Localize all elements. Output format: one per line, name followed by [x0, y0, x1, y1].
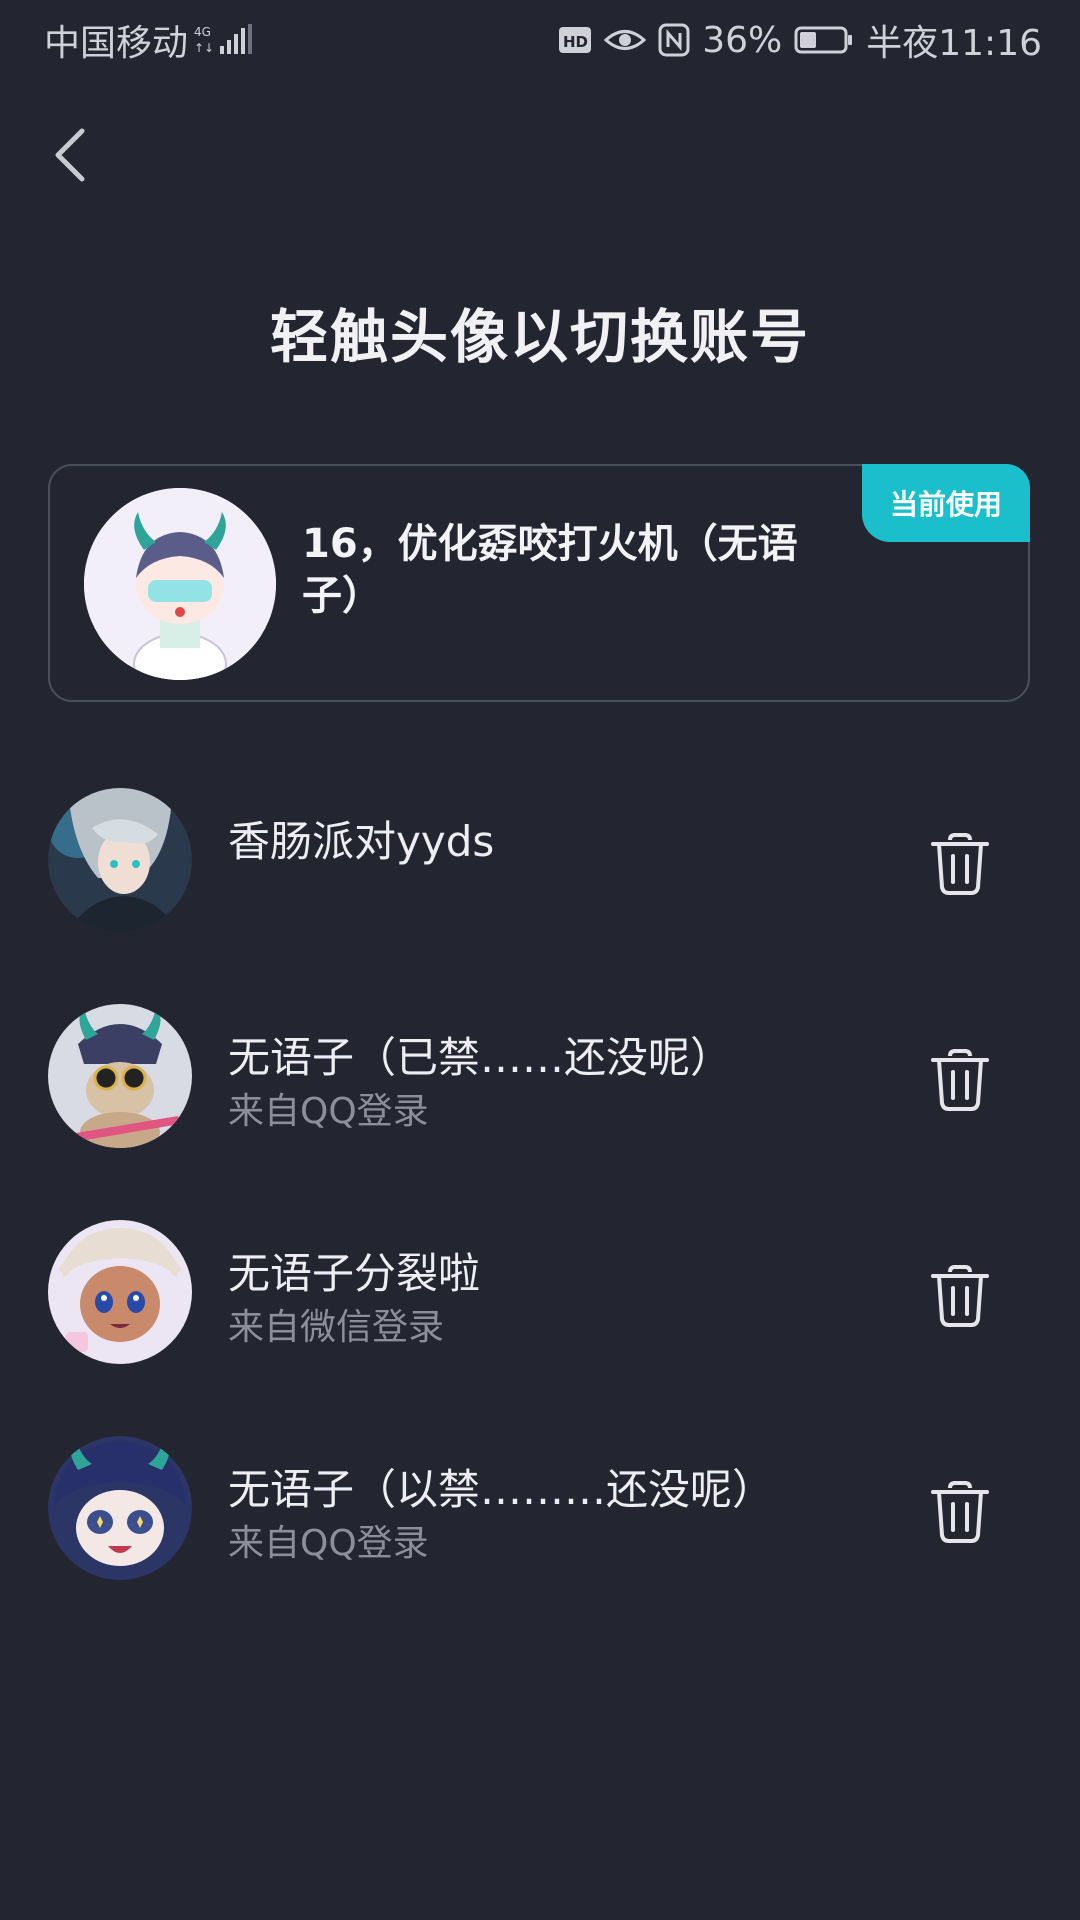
account-name: 无语子（以禁………还没呢）: [228, 1465, 775, 1514]
trash-icon: [931, 1049, 989, 1111]
back-button[interactable]: [40, 120, 100, 190]
network-label: 4G: [194, 25, 211, 39]
current-account-card[interactable]: 16，优化孬咬打火机（无语子） 当前使用: [48, 464, 1030, 702]
signal-icon: 4G ↑↓: [194, 22, 256, 58]
battery-percent: 36%: [702, 19, 783, 61]
status-left: 中国移动 4G ↑↓: [44, 14, 256, 66]
delete-account-button[interactable]: [924, 828, 996, 900]
account-row[interactable]: 无语子（已禁……还没呢） 来自QQ登录: [0, 1004, 1080, 1154]
delete-account-button[interactable]: [924, 1260, 996, 1332]
trash-icon: [931, 1265, 989, 1327]
account-source: 来自微信登录: [228, 1307, 445, 1348]
svg-text:↑↓: ↑↓: [194, 41, 214, 55]
account-avatar[interactable]: [48, 788, 192, 932]
status-right: HD 36% 半夜11:16: [558, 14, 1042, 66]
eye-icon: [604, 25, 647, 55]
page-title: 轻触头像以切换账号: [269, 303, 810, 371]
delete-account-button[interactable]: [924, 1044, 996, 1116]
nfc-icon: [658, 23, 690, 57]
account-avatar[interactable]: [48, 1220, 192, 1364]
account-avatar[interactable]: [48, 1004, 192, 1148]
account-row[interactable]: 香肠派对yyds: [0, 788, 1080, 938]
clock: 半夜11:16: [866, 23, 1042, 64]
account-row[interactable]: 无语子（以禁………还没呢） 来自QQ登录: [0, 1436, 1080, 1586]
hd-icon: HD: [558, 25, 592, 55]
account-source: 来自QQ登录: [228, 1091, 429, 1132]
current-account-name: 16，优化孬咬打火机（无语子）: [302, 521, 798, 619]
trash-icon: [931, 833, 989, 895]
trash-icon: [931, 1481, 989, 1543]
account-switch-screen: 中国移动 4G ↑↓ HD 36% 半夜11:16 轻触头像以切换账号 16，优…: [0, 0, 1080, 1920]
chevron-left-icon: [55, 128, 85, 182]
carrier-label: 中国移动: [44, 23, 189, 64]
current-use-badge: 当前使用: [862, 464, 1030, 542]
delete-account-button[interactable]: [924, 1476, 996, 1548]
current-account-avatar[interactable]: [84, 488, 276, 680]
battery-icon: [794, 25, 854, 55]
svg-text:HD: HD: [563, 33, 588, 51]
account-row[interactable]: 无语子分裂啦 来自微信登录: [0, 1220, 1080, 1370]
status-bar: 中国移动 4G ↑↓ HD 36% 半夜11:16: [0, 0, 1080, 76]
account-name: 无语子（已禁……还没呢）: [228, 1033, 733, 1082]
account-name: 香肠派对yyds: [228, 817, 495, 866]
account-source: 来自QQ登录: [228, 1523, 429, 1564]
account-name: 无语子分裂啦: [228, 1249, 481, 1298]
account-avatar[interactable]: [48, 1436, 192, 1580]
